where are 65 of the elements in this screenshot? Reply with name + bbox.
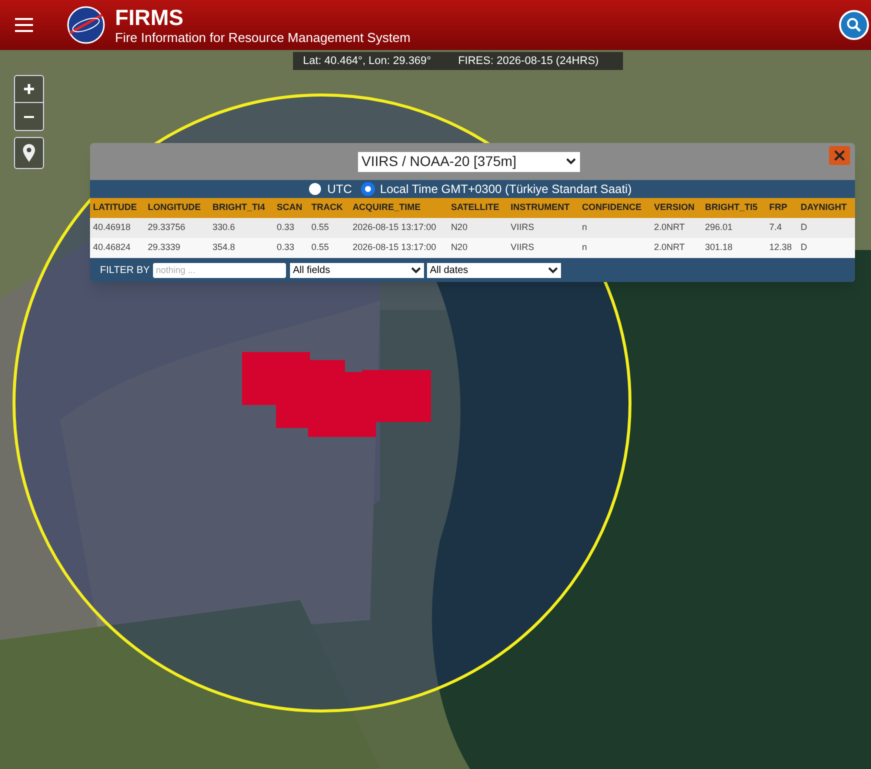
radio-button[interactable]	[309, 183, 322, 195]
column-header: ACQUIRE_TIME	[350, 198, 448, 218]
column-header: SCAN	[274, 198, 308, 218]
table-cell: 296.01	[702, 218, 766, 238]
radio-label: UTC	[327, 181, 352, 198]
fires-date-text: FIRES: 2026-08-15 (24HRS)	[458, 54, 599, 69]
table-cell: 29.33756	[144, 218, 210, 238]
table-cell: VIIRS	[508, 218, 579, 238]
minus-icon	[23, 114, 35, 118]
column-header: VERSION	[650, 198, 702, 218]
column-header: BRIGHT_TI5	[702, 198, 766, 218]
column-header: SATELLITE	[448, 198, 508, 218]
search-icon[interactable]	[839, 10, 869, 40]
table-cell: 40.46918	[90, 218, 145, 238]
table-cell: n	[578, 218, 651, 238]
chevron-icon	[410, 266, 421, 274]
column-header: FRP	[766, 198, 798, 218]
column-header: LONGITUDE	[144, 198, 210, 218]
table-cell: 2026-08-15 13:17:00	[350, 218, 448, 238]
filter-input[interactable]: nothing ...	[152, 262, 286, 278]
table-cell: D	[798, 238, 855, 258]
column-header: TRACK	[308, 198, 350, 218]
column-header: LATITUDE	[90, 198, 145, 218]
table-cell: 354.8	[210, 238, 274, 258]
table-cell: 2.0NRT	[650, 218, 702, 238]
chevron-icon	[548, 266, 558, 274]
table-cell: 12.38	[766, 238, 798, 258]
table-cell: 0.55	[308, 238, 350, 258]
field-select[interactable]: All fields	[290, 262, 424, 278]
column-header: BRIGHT_TI4	[210, 198, 274, 218]
column-header: DAYNIGHT	[798, 198, 855, 218]
table-cell: 2026-08-15 13:17:00	[350, 238, 448, 258]
radio-button[interactable]	[362, 183, 374, 195]
table-cell: n	[578, 238, 651, 258]
table-cell: 2.0NRT	[650, 238, 702, 258]
table-cell: VIIRS	[508, 238, 579, 258]
radio-label: Local Time GMT+0300 (Türkiye Standart Saati)	[380, 181, 632, 198]
menu-icon[interactable]	[15, 18, 33, 32]
table-cell: 29.3339	[144, 238, 210, 258]
filter-label: FILTER BY	[100, 264, 150, 278]
table-cell: 301.18	[702, 238, 766, 258]
table-cell: N20	[448, 238, 508, 258]
map-pin-icon	[22, 143, 36, 163]
table-cell: 7.4	[766, 218, 798, 238]
location-button[interactable]	[14, 137, 44, 169]
coordinates-text: Lat: 40.464°, Lon: 29.369°	[303, 54, 432, 69]
chevron-icon	[566, 158, 576, 165]
table-cell: N20	[448, 218, 508, 238]
sensor-select[interactable]: VIIRS / NOAA-20 [375m]	[358, 152, 580, 172]
app-subtitle: Fire Information for Resource Management System	[115, 30, 411, 44]
app-title: FIRMS	[115, 6, 184, 28]
zoom-in-button[interactable]	[14, 75, 44, 103]
table-cell: 330.6	[210, 218, 274, 238]
table-cell: 0.33	[274, 218, 308, 238]
plus-icon	[23, 83, 35, 95]
table-cell: 40.46824	[90, 238, 145, 258]
zoom-out-button[interactable]	[14, 103, 44, 131]
close-button[interactable]	[829, 146, 850, 165]
table-cell: 0.33	[274, 238, 308, 258]
close-icon	[834, 150, 845, 161]
column-header: INSTRUMENT	[508, 198, 579, 218]
table-cell: 0.55	[308, 218, 350, 238]
column-header: CONFIDENCE	[578, 198, 651, 218]
table-cell: D	[798, 218, 855, 238]
date-select[interactable]: All dates	[426, 262, 561, 278]
